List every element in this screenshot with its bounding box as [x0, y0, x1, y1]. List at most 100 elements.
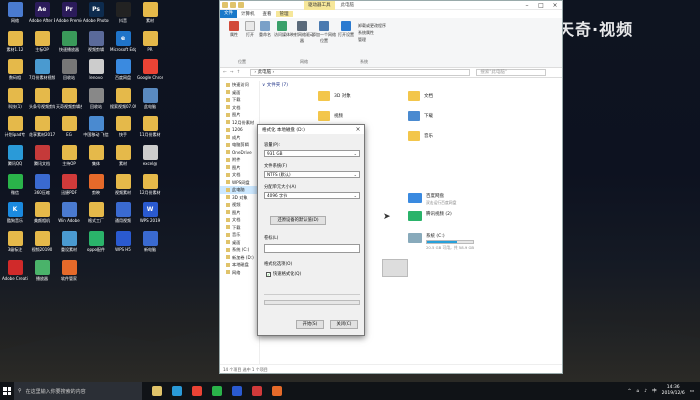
desktop-icon[interactable]: PR [137, 30, 163, 52]
taskbar-search-input[interactable]: ⚲ 在这里输入你要搜索的内容 [14, 382, 142, 400]
nav-item[interactable]: 附件 [220, 156, 259, 164]
device-tencent-video[interactable]: 腾讯视频 (2) [408, 211, 452, 221]
quick-format-checkbox[interactable]: ✓ 快速格式化(Q) [266, 271, 301, 277]
device-baidu-netdisk[interactable]: 百度网盘 双击运行百度网盘 [408, 193, 456, 206]
taskbar-app-icon[interactable] [192, 386, 202, 396]
start-button[interactable] [0, 382, 14, 400]
desktop-icon[interactable]: PsAdobe Photosh... [83, 2, 109, 23]
tab-view[interactable]: 查看 [259, 11, 276, 17]
desktop-icon[interactable]: 软件管家 [56, 259, 82, 281]
nav-item[interactable]: 新加卷 (D:) [220, 254, 259, 262]
taskbar-app-icon[interactable] [212, 386, 222, 396]
start-button[interactable]: 开始(S) [296, 320, 324, 329]
capacity-select[interactable]: 931 GB ⌄ [264, 150, 360, 157]
taskbar-app-icon[interactable] [152, 386, 162, 396]
nav-item[interactable]: 视频 [220, 201, 259, 209]
desktop-icon[interactable]: 素材 [110, 145, 136, 166]
close-dialog-button[interactable]: 关闭(C) [330, 320, 358, 329]
tab-file[interactable]: 文件 [220, 10, 237, 18]
file-system-select[interactable]: NTFS (默认) ⌄ [264, 171, 360, 178]
desktop-icon[interactable]: 新电脑 [137, 230, 163, 252]
taskbar-app-icon[interactable] [272, 386, 282, 396]
folder-videos[interactable]: 视频 [318, 111, 343, 121]
desktop-icon[interactable]: 快手 [110, 116, 136, 137]
dialog-close-icon[interactable]: × [352, 126, 364, 133]
ime-indicator[interactable]: 中 [652, 388, 657, 394]
desktop-icon[interactable]: 科技(1) [2, 87, 28, 109]
nav-item[interactable]: 快速访问 [220, 81, 259, 89]
taskbar-app-icon[interactable] [252, 386, 262, 396]
desktop-icon[interactable]: 快速播放器 [56, 30, 82, 52]
folder-downloads[interactable]: 下载 [408, 111, 433, 121]
desktop-icon[interactable]: 主持OP [56, 145, 82, 166]
desktop-icon[interactable]: 腾讯文档 [29, 145, 55, 166]
uninstall-programs-link[interactable]: 卸载或更改程序 [358, 22, 386, 29]
desktop-icon[interactable]: K 酷狗音乐 [2, 202, 28, 223]
desktop-icon[interactable]: 美颜相机 [29, 202, 55, 223]
desktop-icon[interactable]: WPS H5 [110, 230, 136, 252]
selected-drive-d[interactable] [382, 259, 408, 277]
maximize-button[interactable]: □ [534, 1, 548, 10]
desktop-icon[interactable]: oppo配件 [83, 230, 109, 252]
desktop-icon[interactable]: EG [56, 116, 82, 137]
taskbar-app-icon[interactable] [172, 386, 182, 396]
chevron-up-icon[interactable]: ^ [628, 389, 632, 394]
desktop-icon[interactable]: 网络 [2, 2, 28, 23]
nav-item[interactable]: 图片 [220, 111, 259, 119]
nav-item[interactable]: 下载 [220, 224, 259, 232]
nav-item[interactable]: 文档 [220, 216, 259, 224]
desktop-icon[interactable]: 迅捷PDF [56, 173, 82, 195]
desktop-icon[interactable]: lenovo [83, 59, 109, 80]
desktop-icon[interactable]: 头条号视频剪辑 [29, 87, 55, 109]
close-button[interactable]: × [548, 1, 562, 10]
nav-item[interactable]: 文档 [220, 104, 259, 112]
desktop-icon[interactable]: Google Chrome [137, 59, 163, 80]
nav-item[interactable]: OneDrive [220, 149, 259, 157]
search-input[interactable]: 搜索"此电脑" [476, 69, 547, 76]
desktop-icon[interactable]: 数码相 [2, 59, 28, 80]
desktop-icon[interactable]: 花享素材2017.08 [29, 116, 55, 137]
desktop-icon[interactable]: 搜索视频07.09 [110, 87, 136, 109]
notification-icon[interactable]: ▭ [690, 389, 694, 394]
nav-item[interactable]: 此电脑 [220, 186, 259, 194]
desktop-icon[interactable]: 此电脑 [137, 87, 163, 109]
desktop-icon[interactable]: W WPS 2019 [137, 202, 163, 223]
nav-item[interactable]: 系统 (C:) [220, 246, 259, 254]
tab-manage[interactable]: 管理 [275, 11, 293, 17]
desktop-icon[interactable]: 视频剪辑 [83, 30, 109, 52]
desktop-icon[interactable]: Adobe Creati... [2, 259, 28, 281]
nav-item[interactable]: 文档 [220, 171, 259, 179]
desktop-icon[interactable]: 微信 [2, 173, 28, 195]
desktop-icon[interactable]: 百度网盘 [110, 59, 136, 80]
volume-label-input[interactable] [264, 244, 360, 253]
desktop-icon[interactable]: 360压缩 [29, 173, 55, 195]
network-icon[interactable]: ⌂ [636, 389, 639, 394]
desktop-icon[interactable]: 11月份素材 [137, 116, 163, 137]
desktop-icon[interactable]: Win Adobe [56, 202, 82, 223]
drive-tools-tab[interactable]: 驱动器工具 [304, 0, 335, 10]
nav-item[interactable]: 本地磁盘 [220, 261, 259, 269]
nav-item[interactable]: WPS网盘 [220, 179, 259, 187]
desktop-icon[interactable]: 3级标注 [2, 230, 28, 252]
desktop-icon[interactable]: 回收站 [83, 87, 109, 109]
map-network-drive-button[interactable]: 映射网络驱动器 [290, 21, 314, 44]
desktop-icon[interactable]: 天奇视频剪辑合 [56, 87, 82, 109]
nav-item[interactable]: 电脑剪辑 [220, 141, 259, 149]
desktop-icon[interactable]: 剪映 [83, 173, 109, 195]
tab-computer[interactable]: 计算机 [237, 11, 259, 17]
desktop-icon[interactable]: 通用视频 [110, 202, 136, 223]
desktop-icon[interactable]: 集体 [83, 145, 109, 166]
desktop-icon[interactable]: 7月份素材视频 [29, 59, 55, 80]
allocation-select[interactable]: 4096 字节 ⌄ [264, 192, 360, 199]
desktop-icon[interactable]: AeAdobe After Effects CC... [29, 2, 55, 23]
desktop-icon[interactable]: 主标OP [29, 30, 55, 52]
folder-music[interactable]: 音乐 [408, 131, 433, 141]
nav-item[interactable]: 网络 [220, 269, 259, 277]
folder-3d-objects[interactable]: 3D 对象 [318, 91, 351, 101]
desktop-icon[interactable]: 中国移动 飞信 [83, 116, 109, 137]
desktop-icon[interactable]: 素材 [137, 2, 163, 23]
desktop-icon[interactable]: eMicrosoft Edge [110, 30, 136, 52]
folders-section-header[interactable]: ∨ 文件夹 (7) [262, 82, 288, 88]
desktop-icon[interactable]: 播放器 [29, 259, 55, 281]
nav-item[interactable]: 3D 对象 [220, 194, 259, 202]
